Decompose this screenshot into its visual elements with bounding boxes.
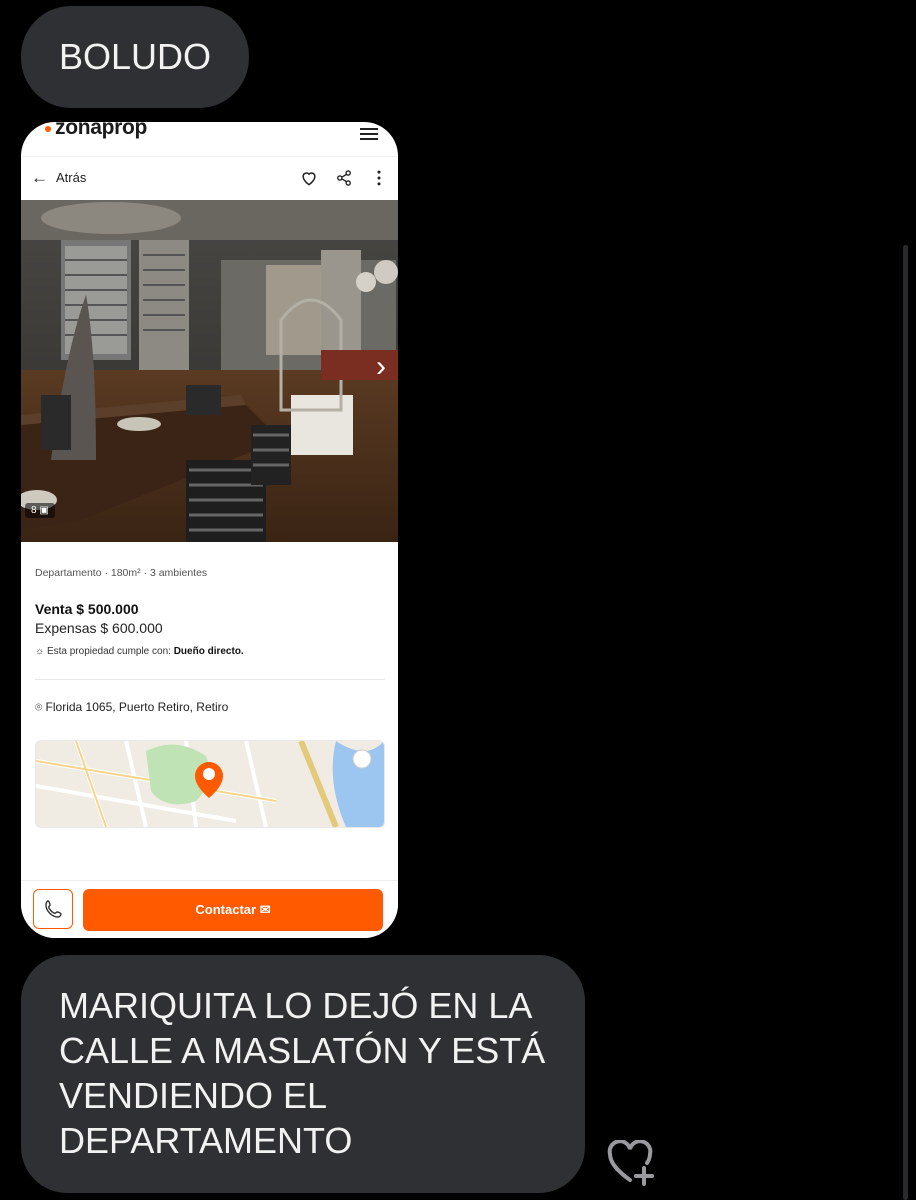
photo-count: 8 xyxy=(31,505,37,516)
listing-photo[interactable]: 8 ▣ › xyxy=(21,200,398,542)
message-bubble[interactable]: MARIQUITA LO DEJÓ EN LA CALLE A MASLATÓN… xyxy=(21,955,585,1193)
address-text: Florida 1065, Puerto Retiro, Retiro xyxy=(45,700,229,714)
photo-count-badge[interactable]: 8 ▣ xyxy=(25,503,55,518)
divider xyxy=(35,679,385,680)
phone-icon xyxy=(45,900,62,918)
heart-icon[interactable] xyxy=(299,168,319,188)
listing-expenses: Expensas $ 600.000 xyxy=(35,620,163,636)
share-icon[interactable] xyxy=(334,168,354,188)
listing-details: Departamento · 180m² · 3 ambientes Venta… xyxy=(35,567,385,715)
contact-bar: Contactar ✉ xyxy=(21,880,398,938)
listing-address[interactable]: ⌾ Florida 1065, Puerto Retiro, Retiro xyxy=(35,700,385,715)
arrow-left-icon: ← xyxy=(31,168,48,187)
message-bubble[interactable]: BOLUDO xyxy=(21,6,249,108)
map-graphic xyxy=(36,741,384,827)
heart-plus-icon[interactable] xyxy=(606,1140,658,1186)
chevron-right-icon[interactable]: › xyxy=(376,350,386,384)
listing-price: Venta $ 500.000 xyxy=(35,601,139,617)
camera-icon: ▣ xyxy=(39,505,49,516)
sun-icon: ☼ xyxy=(35,646,45,657)
location-pin-icon: ⌾ xyxy=(35,700,43,714)
message-text: MARIQUITA LO DEJÓ EN LA CALLE A MASLATÓN… xyxy=(59,985,546,1161)
more-vertical-icon[interactable] xyxy=(369,168,389,188)
zonaprop-logo: zonaprop xyxy=(55,122,148,139)
menu-icon[interactable] xyxy=(360,128,378,140)
scrollbar[interactable] xyxy=(903,245,908,1200)
location-map[interactable] xyxy=(35,740,385,828)
mail-icon: ✉ xyxy=(259,902,271,917)
shared-screenshot[interactable]: zonaprop ← Atrás 8 ▣ › Departamento · 18… xyxy=(21,122,398,938)
listing-meta: Departamento · 180m² · 3 ambientes xyxy=(35,567,208,579)
feature-prefix: Esta propiedad cumple con: xyxy=(46,646,174,657)
message-text: BOLUDO xyxy=(59,36,212,77)
contact-button[interactable]: Contactar ✉ xyxy=(83,889,383,931)
interior-photo xyxy=(21,200,398,542)
back-button[interactable]: ← Atrás xyxy=(31,168,86,188)
call-button[interactable] xyxy=(33,889,73,929)
listing-feature: ☼ Esta propiedad cumple con: Dueño direc… xyxy=(35,646,385,657)
listing-nav: ← Atrás xyxy=(21,162,398,194)
logo-dot xyxy=(45,126,51,132)
feature-value: Dueño directo. xyxy=(173,646,244,657)
back-label: Atrás xyxy=(56,170,87,185)
zonaprop-header: zonaprop xyxy=(21,122,398,157)
contact-label: Contactar xyxy=(195,902,257,917)
